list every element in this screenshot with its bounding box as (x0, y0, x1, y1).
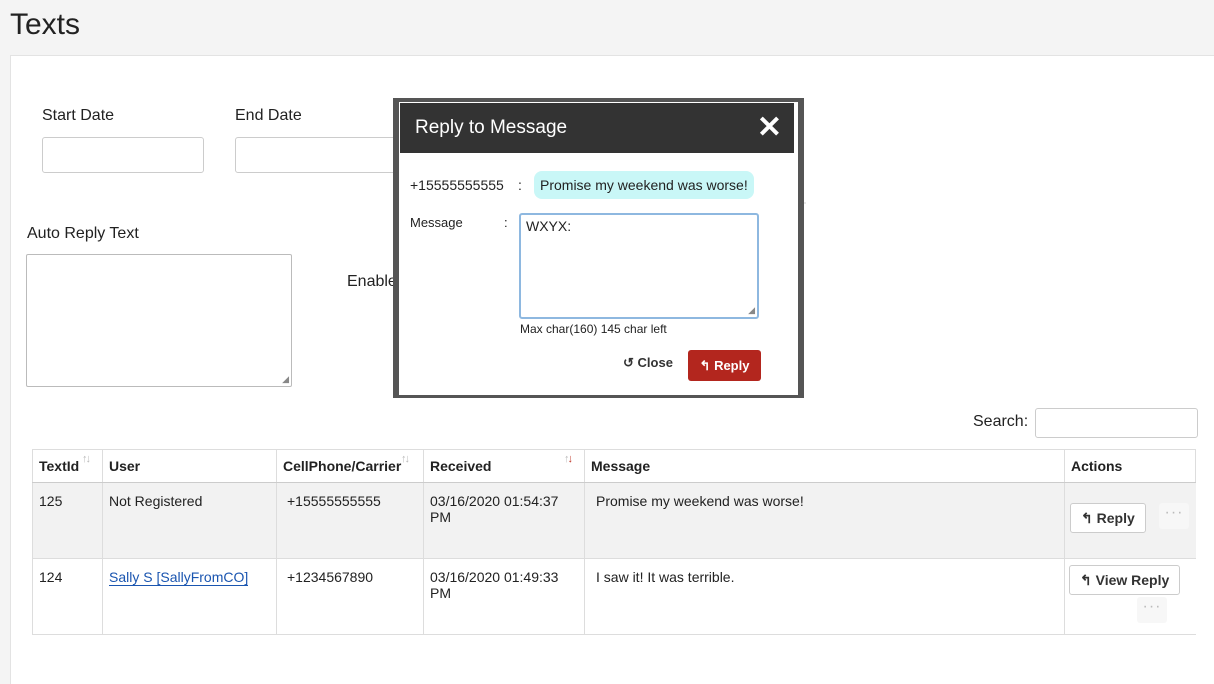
cell-cellphone: +1234567890 (276, 559, 423, 634)
end-date-label: End Date (235, 107, 302, 124)
column-header-received[interactable]: Received ↑↓ (423, 450, 584, 482)
close-button[interactable]: ↺ Close (623, 355, 673, 371)
undo-icon: ↺ (623, 355, 634, 370)
search-input[interactable] (1035, 408, 1198, 438)
cell-user: Sally S [SallyFromCO] (102, 559, 276, 634)
cell-cellphone: +15555555555 (276, 483, 423, 558)
resize-grip-icon[interactable]: ◢ (748, 306, 755, 315)
separator: : (518, 177, 522, 193)
reply-modal: Reply to Message ✕ +15555555555 : Promis… (399, 102, 798, 395)
sort-icon[interactable]: ↑↓ (401, 454, 410, 465)
modal-header: Reply to Message ✕ (400, 103, 794, 153)
reply-icon: ↰ (1080, 572, 1092, 588)
page-title: Texts (10, 8, 81, 41)
message-label: Message (410, 215, 463, 230)
column-header-message[interactable]: Message (584, 450, 1064, 482)
reply-button[interactable]: ↰ Reply (688, 350, 761, 381)
sender-phone: +15555555555 (410, 177, 504, 193)
cell-user: Not Registered (102, 483, 276, 558)
sort-icon[interactable]: ↑↓ (82, 454, 91, 465)
table-row: 124 Sally S [SallyFromCO] +1234567890 03… (32, 559, 1196, 635)
user-link[interactable]: Sally S [SallyFromCO] (109, 569, 249, 586)
reply-message-textarea[interactable]: WXYX: ◢ (519, 213, 759, 319)
table-header: TextId ↑↓ User CellPhone/Carrier ↑↓ Rece… (32, 449, 1196, 484)
reply-icon: ↰ (699, 357, 711, 373)
separator: : (504, 215, 508, 230)
more-dots-icon[interactable]: ··· (1137, 597, 1167, 623)
modal-title: Reply to Message (415, 117, 568, 138)
enable-label: Enable (347, 273, 397, 290)
cell-textid: 125 (32, 483, 102, 558)
cell-received: 03/16/2020 01:54:37 PM (423, 483, 584, 558)
texts-table: TextId ↑↓ User CellPhone/Carrier ↑↓ Rece… (32, 449, 1214, 639)
char-counter: Max char(160) 145 char left (520, 322, 667, 336)
cell-message: I saw it! It was terrible. (584, 559, 1064, 634)
column-header-actions: Actions (1064, 450, 1196, 482)
column-header-textid[interactable]: TextId ↑↓ (32, 450, 102, 482)
resize-grip-icon[interactable]: ◢ (282, 375, 289, 384)
view-reply-button[interactable]: ↰ View Reply (1069, 565, 1181, 595)
start-date-label: Start Date (42, 107, 115, 124)
row-reply-button[interactable]: ↰ Reply (1070, 503, 1146, 533)
sort-active-icon[interactable]: ↑↓ (564, 454, 573, 465)
auto-reply-label: Auto Reply Text (27, 225, 139, 242)
cell-message: Promise my weekend was worse! (584, 483, 1064, 558)
cell-received: 03/16/2020 01:49:33 PM (423, 559, 584, 634)
end-date-input[interactable] (235, 137, 397, 173)
column-header-cellphone[interactable]: CellPhone/Carrier ↑↓ (276, 450, 423, 482)
column-header-user[interactable]: User (102, 450, 276, 482)
table-row: 125 Not Registered +15555555555 03/16/20… (32, 483, 1196, 559)
cell-actions: ↰ Reply ··· (1064, 483, 1196, 558)
auto-reply-textarea[interactable]: ◢ (26, 254, 292, 387)
cell-actions: ↰ View Reply ··· (1064, 559, 1196, 634)
more-dots-icon[interactable]: ··· (1159, 503, 1189, 529)
search-label: Search: (973, 413, 1029, 430)
close-icon[interactable]: ✕ (757, 113, 782, 143)
reply-icon: ↰ (1081, 510, 1093, 526)
start-date-input[interactable] (42, 137, 204, 173)
cell-textid: 124 (32, 559, 102, 634)
incoming-message-bubble: Promise my weekend was worse! (534, 171, 754, 199)
